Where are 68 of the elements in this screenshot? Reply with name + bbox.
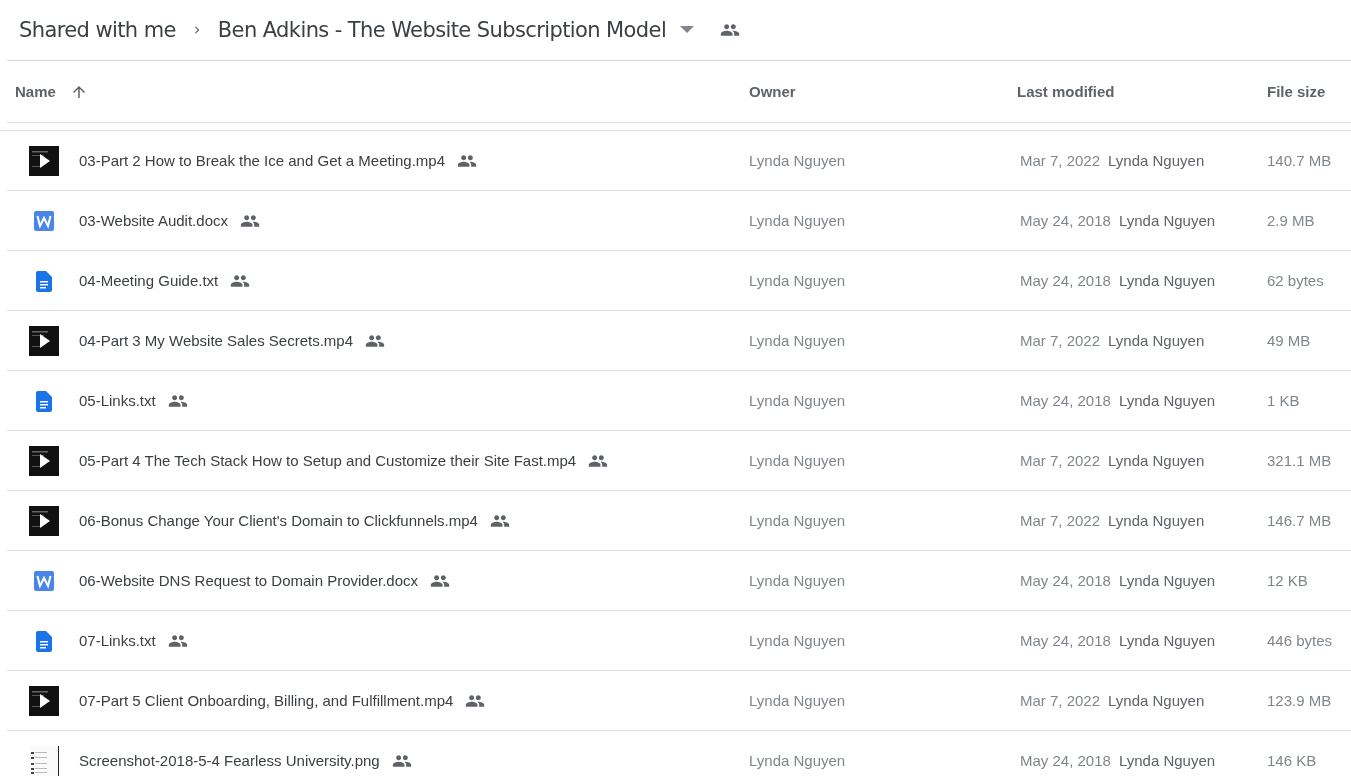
column-header[interactable]: File size (1267, 83, 1326, 100)
caret-down-icon[interactable] (680, 26, 695, 34)
column-header[interactable]: Last modified (1017, 83, 1115, 100)
video-thumbnail-icon (29, 325, 59, 356)
owner-name: Lynda Nguyen (748, 512, 847, 529)
modified-date: May 24, 2018 (1020, 272, 1111, 289)
file-size: 321.1 MB (1266, 452, 1333, 469)
file-name[interactable]: 06-Website DNS Request to Domain Provider.docx (79, 572, 419, 589)
owner-name: Lynda Nguyen (748, 392, 847, 409)
breadcrumb-link[interactable]: Shared with me (19, 18, 176, 42)
video-thumbnail-icon (29, 445, 59, 476)
modified-date: May 24, 2018 (1020, 392, 1111, 409)
owner-name: Lynda Nguyen (748, 752, 847, 769)
owner-name: Lynda Nguyen (748, 152, 847, 169)
modified-date: Mar 7, 2022 (1020, 692, 1101, 709)
file-size: 62 bytes (1266, 272, 1325, 289)
folder-title[interactable]: Ben Adkins - The Website Subscription Model (217, 18, 667, 42)
modified-date: Mar 7, 2022 (1020, 452, 1101, 469)
modified-date: May 24, 2018 (1020, 572, 1111, 589)
file-size: 49 MB (1266, 332, 1312, 349)
file-size: 12 KB (1266, 572, 1309, 589)
video-thumbnail-icon (29, 505, 59, 536)
file-name[interactable]: 04-Meeting Guide.txt (79, 272, 219, 289)
file-name[interactable]: 06-Bonus Change Your Client's Domain to Clickfunnels.mp4 (79, 512, 478, 529)
modified-by: Lynda Nguyen (1108, 512, 1205, 529)
file-size: 123.9 MB (1266, 692, 1333, 709)
owner-name: Lynda Nguyen (748, 272, 847, 289)
modified-date: Mar 7, 2022 (1020, 332, 1101, 349)
file-size: 1 KB (1266, 392, 1301, 409)
modified-date: May 24, 2018 (1020, 752, 1111, 769)
owner-name: Lynda Nguyen (748, 452, 847, 469)
video-thumbnail-icon (29, 685, 59, 716)
video-thumbnail-icon (29, 145, 59, 176)
file-size: 140.7 MB (1266, 152, 1333, 169)
file-size: 446 bytes (1266, 632, 1334, 649)
file-name[interactable]: 05-Part 4 The Tech Stack How to Setup and Customize their Site Fast.mp4 (79, 452, 577, 469)
owner-name: Lynda Nguyen (748, 572, 847, 589)
file-name[interactable]: 05-Links.txt (79, 392, 156, 409)
file-name[interactable]: 07-Links.txt (79, 632, 156, 649)
owner-name: Lynda Nguyen (748, 332, 847, 349)
file-name[interactable]: 03-Part 2 How to Break the Ice and Get a Meeting.mp4 (79, 152, 446, 169)
modified-date: May 24, 2018 (1020, 632, 1111, 649)
file-name[interactable]: 07-Part 5 Client Onboarding, Billing, and Fulfillment.mp4 (79, 692, 454, 709)
column-header[interactable]: Name (15, 82, 88, 101)
modified-by: Lynda Nguyen (1118, 272, 1216, 289)
screenshot-thumbnail-icon (29, 745, 59, 776)
modified-by: Lynda Nguyen (1108, 452, 1205, 469)
file-size: 2.9 MB (1266, 212, 1316, 229)
file-name[interactable]: 04-Part 3 My Website Sales Secrets.mp4 (79, 332, 353, 349)
modified-by: Lynda Nguyen (1118, 392, 1216, 409)
modified-by: Lynda Nguyen (1108, 332, 1205, 349)
file-size: 146 KB (1266, 752, 1318, 769)
owner-name: Lynda Nguyen (748, 212, 847, 229)
modified-by: Lynda Nguyen (1108, 152, 1205, 169)
modified-date: Mar 7, 2022 (1020, 152, 1101, 169)
modified-by: Lynda Nguyen (1118, 572, 1216, 589)
modified-by: Lynda Nguyen (1118, 212, 1216, 229)
modified-date: May 24, 2018 (1020, 212, 1111, 229)
file-size: 146.7 MB (1266, 512, 1333, 529)
column-header[interactable]: Owner (749, 83, 796, 100)
owner-name: Lynda Nguyen (748, 692, 847, 709)
owner-name: Lynda Nguyen (748, 632, 847, 649)
modified-date: Mar 7, 2022 (1020, 512, 1101, 529)
file-name[interactable]: Screenshot-2018-5-4 Fearless University.png (79, 752, 380, 769)
modified-by: Lynda Nguyen (1118, 752, 1216, 769)
file-name[interactable]: 03-Website Audit.docx (79, 212, 228, 229)
modified-by: Lynda Nguyen (1108, 692, 1205, 709)
modified-by: Lynda Nguyen (1118, 632, 1216, 649)
